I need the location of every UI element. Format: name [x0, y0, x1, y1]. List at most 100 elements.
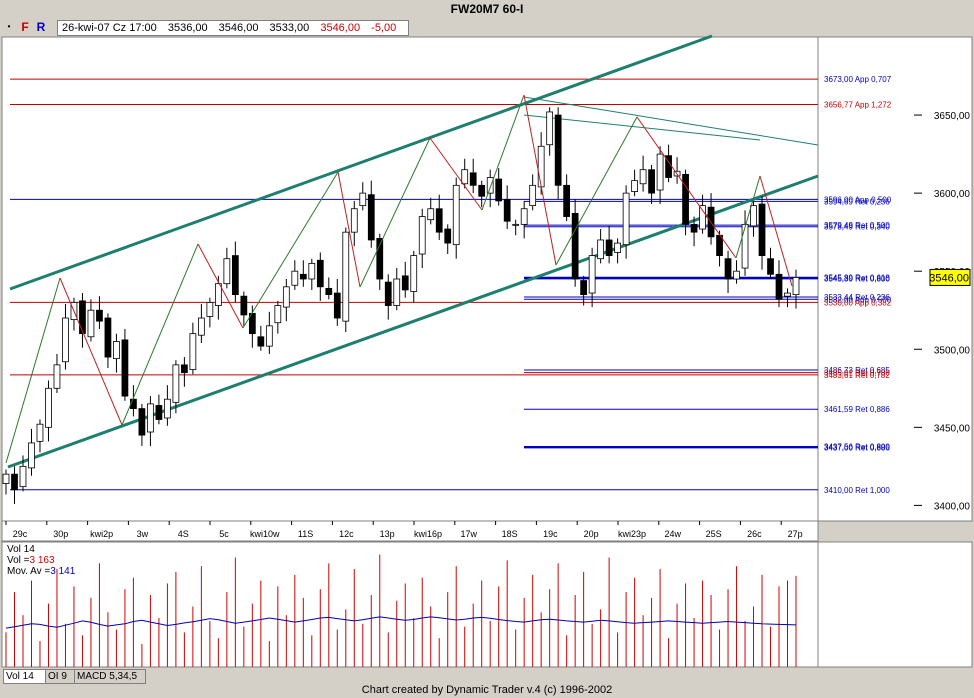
x-tick-label: 25S — [706, 529, 722, 539]
price-chart[interactable]: 3650,003600,003550,003500,003450,003400,… — [0, 0, 974, 698]
candle-body — [452, 184, 460, 246]
volume-legend: Vol 14 Vol =3 163 Mov. Av =3 141 — [7, 544, 75, 577]
candle-body — [164, 398, 171, 419]
candle-body — [350, 208, 358, 233]
candle-body — [597, 239, 604, 260]
x-tick-label: 29c — [13, 529, 28, 539]
date-axis-panel — [1, 520, 819, 542]
y-tick-label: 3500,00 — [934, 345, 971, 356]
x-tick-label: 26c — [747, 529, 762, 539]
candle-body — [198, 317, 205, 336]
candle-body — [571, 213, 579, 280]
candle-body — [486, 177, 494, 194]
x-tick-label: 27p — [788, 529, 803, 539]
candle-body — [775, 273, 783, 300]
candle-body — [282, 286, 290, 308]
candle-body — [393, 278, 401, 306]
fib-level-label: 3578,49 Ret 0,340 — [824, 223, 890, 232]
candle-body — [478, 184, 486, 197]
x-tick-label: kwi16p — [414, 529, 442, 539]
x-tick-label: 4S — [178, 529, 189, 539]
x-tick-label: 13p — [380, 529, 395, 539]
last-price-label: 3546,00 — [929, 272, 969, 284]
candle-body — [214, 283, 222, 306]
candle-body — [359, 192, 367, 207]
x-tick-label: 5c — [219, 529, 229, 539]
candle-body — [257, 336, 265, 347]
candle-body — [418, 216, 426, 255]
candle-body — [181, 364, 188, 374]
candle-body — [291, 270, 299, 286]
x-tick-label: 11S — [298, 529, 313, 539]
candle-body — [367, 194, 375, 241]
candle-body — [639, 169, 647, 185]
fib-level-label: 3594,69 Ret 0,236 — [824, 197, 890, 206]
volume-legend-title: Vol 14 — [7, 544, 35, 555]
fib-level-label: 3483,61 Ret 0,782 — [824, 371, 890, 380]
candle-body — [724, 258, 732, 280]
candle-body — [588, 255, 596, 294]
y-tick-label: 3600,00 — [934, 189, 971, 200]
volume-legend-ma-label: Mov. Av = — [7, 566, 51, 577]
candle-body — [189, 333, 197, 370]
candle-body — [537, 145, 545, 188]
candle-body — [656, 153, 664, 191]
candle-body — [648, 169, 655, 194]
tab-vol[interactable]: Vol 14 — [3, 669, 47, 684]
candle-body — [113, 341, 120, 360]
candle-body — [758, 203, 766, 256]
candle-body — [325, 287, 333, 296]
candle-body — [401, 275, 409, 291]
candle-body — [299, 273, 307, 280]
footer-credit: Chart created by Dynamic Trader v.4 (c) … — [361, 684, 613, 696]
candle-body — [342, 231, 350, 322]
candle-body — [223, 258, 231, 285]
candle-body — [265, 325, 273, 347]
candle-body — [741, 223, 749, 269]
tab-oi[interactable]: OI 9 — [45, 669, 77, 684]
candle-body — [240, 295, 248, 316]
candle-body — [792, 277, 800, 296]
candle-body — [384, 281, 392, 306]
candle-body — [682, 173, 689, 225]
candle-body — [469, 172, 477, 186]
x-tick-label: kwi10w — [250, 529, 280, 539]
candle-body — [11, 473, 18, 491]
fib-level-label: 3461,59 Ret 0,886 — [824, 405, 890, 414]
x-tick-label: 3w — [137, 529, 149, 539]
candle-body — [512, 223, 520, 226]
x-tick-label: kwi23p — [618, 529, 646, 539]
candle-body — [733, 270, 740, 280]
candle-body — [333, 292, 341, 319]
candle-body — [316, 259, 324, 288]
candle-body — [503, 198, 511, 222]
candle-body — [580, 280, 588, 296]
candle-body — [231, 255, 239, 296]
candle-body — [96, 309, 103, 322]
tab-macd[interactable]: MACD 5,34,5 — [74, 669, 146, 684]
candle-body — [435, 208, 443, 233]
x-tick-label: 24w — [665, 529, 682, 539]
candle-body — [554, 114, 562, 186]
volume-panel — [1, 541, 819, 668]
fib-level-label: 3530,00 App 0,382 — [824, 298, 892, 307]
y-tick-label: 3450,00 — [934, 423, 971, 434]
candle-body — [62, 317, 69, 363]
x-tick-label: kwi2p — [90, 529, 113, 539]
fib-level-label: 3545,30 Ret 0,800 — [824, 275, 890, 284]
candle-body — [104, 317, 112, 358]
candle-body — [274, 305, 282, 324]
candle-body — [138, 408, 146, 436]
volume-legend-vol-value: 3 163 — [29, 555, 55, 566]
x-tick-label: 20p — [584, 529, 599, 539]
candle-body — [563, 184, 571, 217]
candle-body — [767, 258, 774, 275]
volume-legend-vol: Vol =3 163 — [7, 555, 75, 566]
x-tick-label: 30p — [53, 529, 68, 539]
volume-axis-panel — [817, 541, 973, 668]
candle-body — [605, 239, 613, 256]
x-tick-label: 18S — [502, 529, 518, 539]
candle-body — [427, 208, 435, 221]
candle-body — [147, 403, 154, 433]
candle-body — [121, 339, 129, 397]
